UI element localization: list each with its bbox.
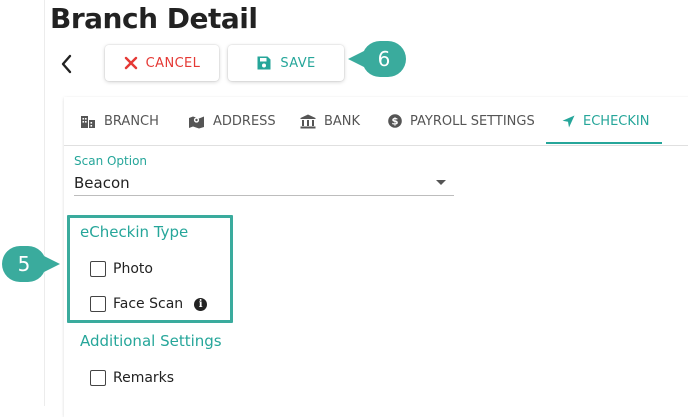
svg-text:$: $: [392, 117, 399, 128]
face-scan-checkbox[interactable]: Face Scan i: [90, 296, 208, 312]
floppy-disk-icon: [257, 56, 271, 70]
tab-payroll-settings[interactable]: $ PAYROLL SETTINGS: [388, 97, 535, 145]
checkbox-box[interactable]: [90, 370, 106, 386]
active-tab-indicator: [546, 142, 662, 144]
branch-detail-card: BRANCH ADDRESS BANK $ PAYROLL SETTINGS E…: [64, 97, 688, 417]
tab-label: BANK: [324, 113, 361, 129]
step-callout-6: 6: [348, 41, 406, 77]
scan-option-label: Scan Option: [74, 154, 148, 168]
remarks-checkbox[interactable]: Remarks: [90, 370, 174, 386]
save-button[interactable]: SAVE: [228, 45, 344, 81]
map-icon: [189, 116, 204, 128]
back-button[interactable]: [58, 52, 76, 76]
info-icon[interactable]: i: [194, 297, 208, 311]
echeckin-type-title: eCheckin Type: [80, 223, 189, 241]
dollar-coin-icon: $: [388, 114, 402, 128]
chevron-left-icon: [61, 54, 72, 74]
save-button-label: SAVE: [280, 55, 316, 71]
bank-icon: [300, 114, 316, 128]
left-divider: [44, 0, 45, 406]
tab-echeckin[interactable]: ECHECKIN: [562, 97, 649, 145]
tab-branch[interactable]: BRANCH: [80, 97, 159, 145]
additional-settings-title: Additional Settings: [80, 332, 222, 350]
navigation-arrow-icon: [562, 115, 575, 127]
tab-label: BRANCH: [104, 113, 159, 129]
photo-checkbox-label: Photo: [113, 261, 153, 277]
tab-bank[interactable]: BANK: [300, 97, 360, 145]
tab-address[interactable]: ADDRESS: [188, 97, 276, 145]
photo-checkbox[interactable]: Photo: [90, 261, 153, 277]
remarks-checkbox-label: Remarks: [113, 370, 175, 386]
tab-bar: BRANCH ADDRESS BANK $ PAYROLL SETTINGS E…: [64, 97, 688, 146]
tab-label: ADDRESS: [213, 113, 276, 129]
cancel-button[interactable]: CANCEL: [105, 45, 219, 81]
building-icon: [81, 115, 95, 128]
scan-option-value: Beacon: [74, 174, 130, 192]
checkbox-box[interactable]: [90, 296, 106, 312]
dropdown-arrow-icon: [436, 180, 446, 185]
page-title: Branch Detail: [50, 2, 258, 35]
tab-label: PAYROLL SETTINGS: [410, 113, 535, 129]
close-icon: [124, 56, 137, 70]
tab-label: ECHECKIN: [583, 113, 650, 129]
checkbox-box[interactable]: [90, 261, 106, 277]
step-callout-5: 5: [2, 246, 60, 282]
cancel-button-label: CANCEL: [145, 55, 201, 71]
scan-option-select[interactable]: Beacon: [74, 173, 454, 196]
face-scan-checkbox-label: Face Scan: [113, 296, 184, 312]
